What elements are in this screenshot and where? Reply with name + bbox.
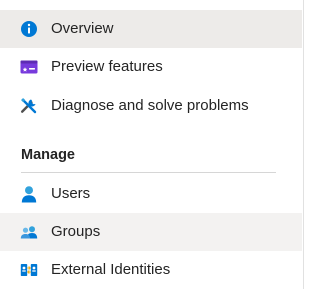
nav-item-label: Overview <box>51 20 114 37</box>
nav-item-external-identities[interactable]: External Identities <box>0 251 302 289</box>
nav-item-diagnose-and-solve-problems[interactable]: Diagnose and solve problems <box>0 87 302 125</box>
nav-item-label: External Identities <box>51 261 171 278</box>
nav-item-label: Groups <box>51 223 101 240</box>
nav-item-groups[interactable]: Groups <box>0 213 302 251</box>
user-icon <box>20 185 38 203</box>
wrench-screwdriver-icon <box>20 97 38 115</box>
info-icon <box>20 20 38 38</box>
menu-right-border <box>303 0 304 289</box>
nav-item-label: Diagnose and solve problems <box>51 97 249 114</box>
preview-features-icon <box>20 58 38 76</box>
nav-item-label: Users <box>51 185 91 202</box>
section-title-manage: Manage <box>21 147 75 163</box>
nav-item-preview-features[interactable]: Preview features <box>0 48 302 86</box>
nav-item-users[interactable]: Users <box>0 175 302 213</box>
left-navigation-menu: Overview Preview features Diagnose and s… <box>0 0 304 289</box>
section-divider <box>21 172 276 173</box>
external-identities-icon <box>20 261 38 279</box>
nav-item-label: Preview features <box>51 58 163 75</box>
nav-item-overview[interactable]: Overview <box>0 10 302 48</box>
group-icon <box>20 223 38 241</box>
